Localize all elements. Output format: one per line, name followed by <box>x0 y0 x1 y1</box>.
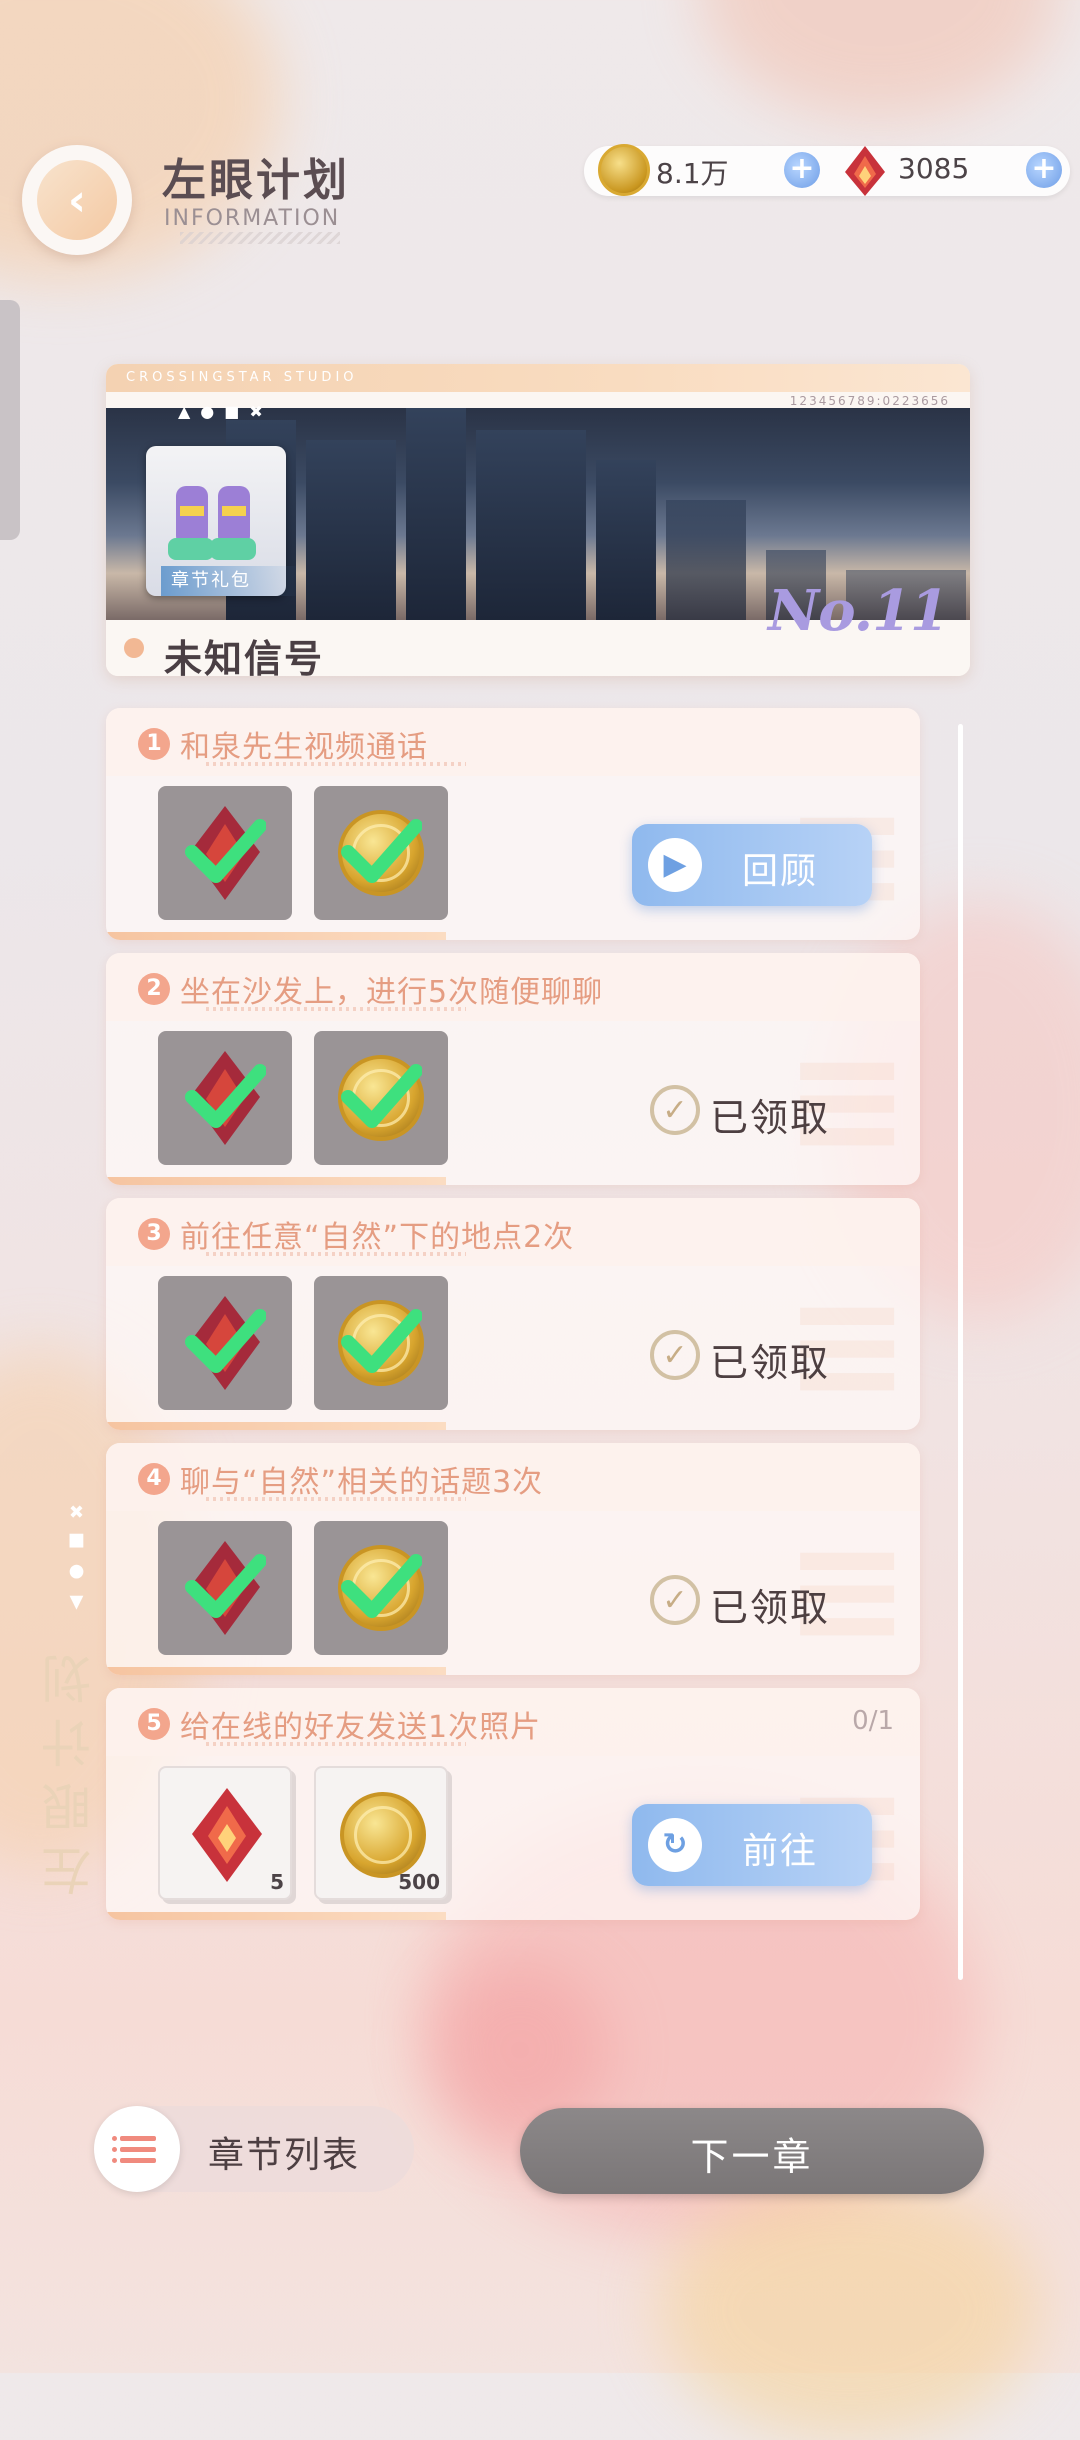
task-number: 2 <box>138 973 170 1005</box>
check-circle-icon: ✓ <box>650 1085 700 1135</box>
serial-number: 123456789:0223656 <box>789 394 950 408</box>
back-button[interactable]: ‹ <box>22 145 132 255</box>
chapter-banner[interactable]: CROSSINGSTAR STUDIO 123456789:0223656 ▲●… <box>106 364 970 676</box>
check-icon <box>341 1309 422 1373</box>
reward-gem-slot[interactable] <box>158 1521 292 1655</box>
reward-quantity: 500 <box>398 1870 440 1894</box>
reward-gem-slot[interactable]: 5 <box>158 1766 292 1900</box>
coin-icon <box>340 1792 426 1878</box>
side-vertical-title: 左眼计划 <box>41 1640 99 1896</box>
check-icon <box>185 819 266 883</box>
reward-coin-slot[interactable] <box>314 1276 448 1410</box>
go-button[interactable]: ↻ 前往 <box>632 1804 872 1886</box>
task-title: 给在线的好友发送1次照片 <box>180 1710 542 1745</box>
reward-coin-slot[interactable] <box>314 786 448 920</box>
check-circle-icon: ✓ <box>650 1330 700 1380</box>
decorative-stripe <box>180 232 340 244</box>
reward-coin-slot[interactable] <box>314 1031 448 1165</box>
chapter-list-button[interactable]: 章节列表 <box>94 2106 414 2192</box>
scrollbar[interactable] <box>958 724 963 1980</box>
task-number: 1 <box>138 728 170 760</box>
shape-marks: ▲●■✖ <box>66 1490 87 1614</box>
reward-coin-slot[interactable]: 500 <box>314 1766 448 1900</box>
review-button[interactable]: ▶ 回顾 <box>632 824 872 906</box>
back-arrow-icon: ‹ <box>37 160 117 240</box>
coin-amount: 8.1万 <box>656 157 729 190</box>
shape-marks: ▲●■✖ <box>178 402 273 421</box>
task-title: 前往任意“自然”下的地点2次 <box>180 1220 575 1255</box>
task-number: 4 <box>138 1463 170 1495</box>
task-progress: 0/1 <box>852 1706 894 1736</box>
task-title: 和泉先生视频通话 <box>180 730 428 765</box>
add-coins-button[interactable]: + <box>784 152 820 188</box>
check-icon <box>185 1554 266 1618</box>
page-title: 左眼计划 <box>162 155 350 206</box>
page-subtitle: INFORMATION <box>164 206 341 231</box>
play-icon: ▶ <box>648 838 702 892</box>
check-icon <box>185 1309 266 1373</box>
add-gems-button[interactable]: + <box>1026 152 1062 188</box>
list-icon <box>94 2106 180 2192</box>
gem-icon <box>192 1788 262 1882</box>
task-card: 4 聊与“自然”相关的话题3次 ≡ ✓ 已领取 <box>106 1443 920 1675</box>
task-card: 1 和泉先生视频通话 ≡ ▶ 回顾 <box>106 708 920 940</box>
gem-amount: 3085 <box>898 152 970 185</box>
task-number: 3 <box>138 1218 170 1250</box>
check-icon <box>185 1064 266 1128</box>
task-card: 3 前往任意“自然”下的地点2次 ≡ ✓ 已领取 <box>106 1198 920 1430</box>
check-circle-icon: ✓ <box>650 1575 700 1625</box>
pack-label: 章节礼包 <box>161 566 301 596</box>
redo-arrow-icon: ↻ <box>648 1818 702 1872</box>
reward-gem-slot[interactable] <box>158 786 292 920</box>
chapter-name: 未知信号 <box>164 637 325 676</box>
check-icon <box>341 1064 422 1128</box>
reward-gem-slot[interactable] <box>158 1276 292 1410</box>
next-chapter-button[interactable]: 下一章 <box>520 2108 984 2194</box>
task-card: 5 给在线的好友发送1次照片 0/1 ≡ 5 500 ↻ 前往 <box>106 1688 920 1920</box>
check-icon <box>341 819 422 883</box>
studio-label: CROSSINGSTAR STUDIO <box>126 370 358 385</box>
bullet-icon <box>124 638 144 658</box>
reward-gem-slot[interactable] <box>158 1031 292 1165</box>
chapter-number: No.11 <box>768 578 949 644</box>
side-edge-tab[interactable] <box>0 300 20 540</box>
reward-coin-slot[interactable] <box>314 1521 448 1655</box>
check-icon <box>341 1554 422 1618</box>
task-number: 5 <box>138 1708 170 1740</box>
task-title: 聊与“自然”相关的话题3次 <box>180 1465 544 1500</box>
gem-icon <box>845 146 885 196</box>
task-title: 坐在沙发上，进行5次随便聊聊 <box>180 975 604 1010</box>
task-card: 2 坐在沙发上，进行5次随便聊聊 ≡ ✓ 已领取 <box>106 953 920 1185</box>
reward-quantity: 5 <box>270 1870 284 1894</box>
coin-icon <box>598 144 650 196</box>
